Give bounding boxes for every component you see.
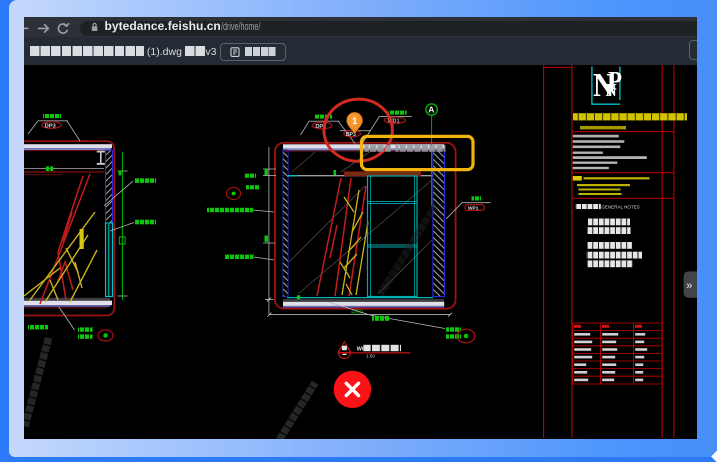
svg-text:DP3: DP3: [45, 123, 56, 129]
svg-text:WP1: WP1: [468, 205, 479, 211]
svg-text:»: »: [686, 280, 692, 292]
svg-text:1:50: 1:50: [366, 354, 375, 359]
svg-text:N: N: [606, 80, 617, 100]
svg-text:A: A: [428, 105, 434, 115]
svg-text:1: 1: [352, 116, 357, 126]
svg-text:GENERAL NOTES: GENERAL NOTES: [602, 205, 640, 210]
